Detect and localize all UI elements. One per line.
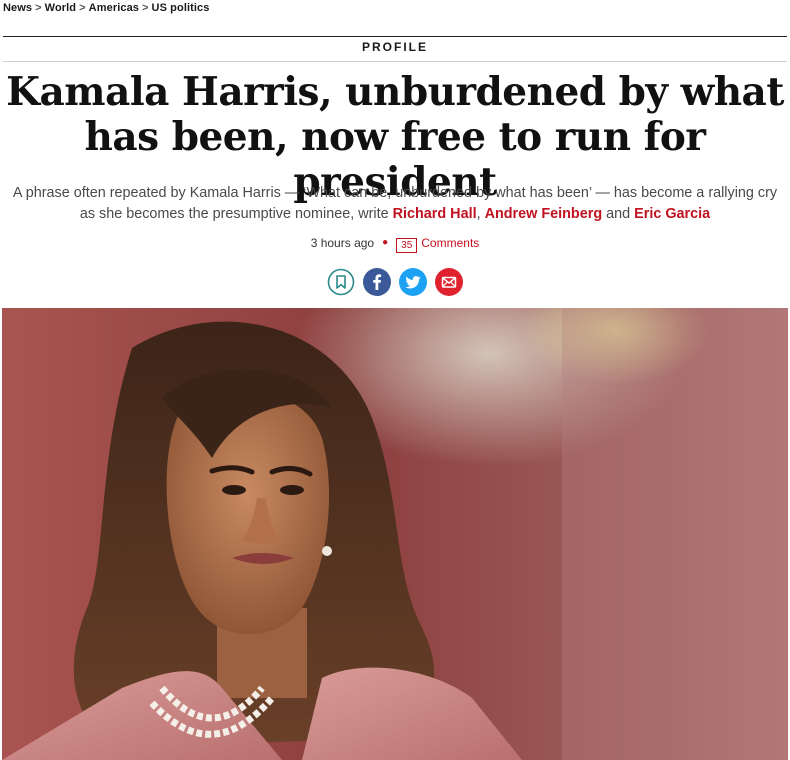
timestamp: 3 hours ago xyxy=(310,236,375,250)
comment-count-badge[interactable]: 35 xyxy=(396,238,418,253)
hero-image xyxy=(2,308,788,760)
breadcrumb-news[interactable]: News xyxy=(3,2,32,14)
breadcrumb-separator: > xyxy=(79,2,86,14)
breadcrumb: News > World > Americas > US politics xyxy=(3,2,210,14)
breadcrumb-separator: > xyxy=(35,2,42,14)
bookmark-icon xyxy=(327,268,355,296)
bookmark-button[interactable] xyxy=(327,268,355,296)
author-separator-and: and xyxy=(606,206,631,222)
standfirst: A phrase often repeated by Kamala Harris… xyxy=(8,183,782,225)
share-bar xyxy=(0,268,790,296)
author-separator: , xyxy=(476,206,481,222)
kicker-divider xyxy=(3,61,787,62)
comments-link[interactable]: Comments xyxy=(421,236,479,250)
article-kicker: PROFILE xyxy=(361,40,428,54)
breadcrumb-us-politics[interactable]: US politics xyxy=(152,2,210,14)
portrait-photo xyxy=(2,308,788,760)
email-share-button[interactable] xyxy=(435,268,463,296)
author-link-richard-hall[interactable]: Richard Hall xyxy=(393,206,477,222)
twitter-share-button[interactable] xyxy=(399,268,427,296)
facebook-icon xyxy=(363,268,391,296)
headline-line-1: Kamala Harris, unburdened by what xyxy=(6,69,784,115)
author-link-eric-garcia[interactable]: Eric Garcia xyxy=(634,206,710,222)
twitter-icon xyxy=(399,268,427,296)
breadcrumb-world[interactable]: World xyxy=(45,2,76,14)
breadcrumb-americas[interactable]: Americas xyxy=(89,2,139,14)
author-link-andrew-feinberg[interactable]: Andrew Feinberg xyxy=(485,206,603,222)
breadcrumb-separator: > xyxy=(142,2,149,14)
top-divider xyxy=(3,36,787,37)
article-meta: 3 hours ago ● 35 Comments xyxy=(0,236,790,253)
email-icon xyxy=(435,268,463,296)
facebook-share-button[interactable] xyxy=(363,268,391,296)
meta-dot-icon: ● xyxy=(382,237,389,248)
